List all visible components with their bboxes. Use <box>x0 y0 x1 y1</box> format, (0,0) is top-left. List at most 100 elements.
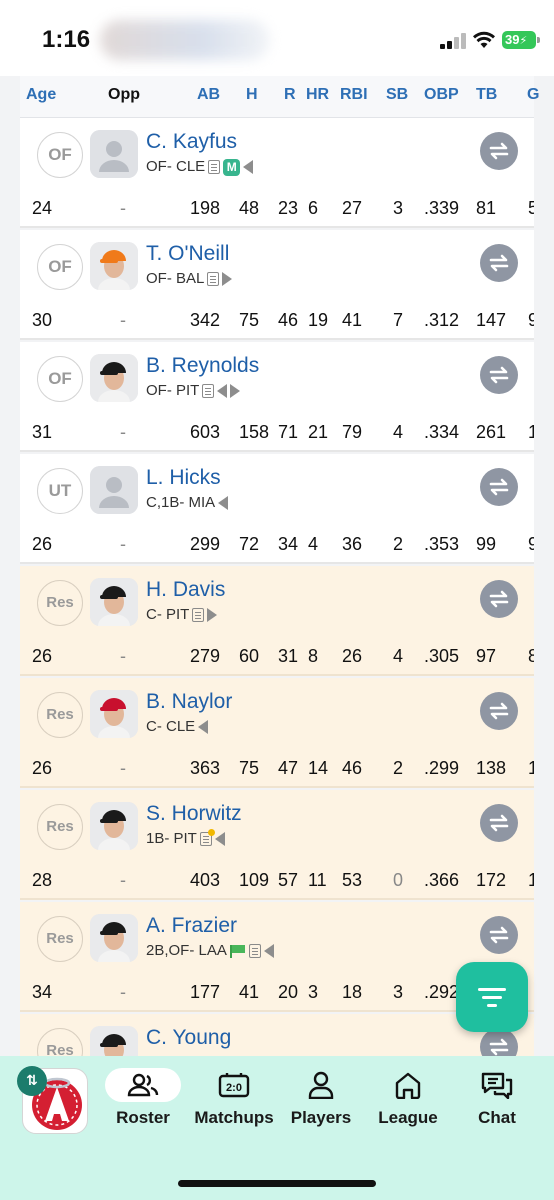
player-name-link[interactable]: H. Davis <box>146 578 225 602</box>
player-name-link[interactable]: S. Horwitz <box>146 802 242 826</box>
column-header[interactable]: TB <box>476 86 497 104</box>
player-note-icon[interactable] <box>207 272 220 287</box>
position-team-text: 2B,OF- LAA <box>146 942 227 959</box>
column-header[interactable]: RBI <box>340 86 368 104</box>
player-name-link[interactable]: B. Reynolds <box>146 354 259 378</box>
swap-player-button[interactable] <box>480 468 518 506</box>
column-header[interactable]: Age <box>26 86 56 104</box>
stat-value-obp: .334 <box>424 422 460 442</box>
position-team-text: OF- PIT <box>146 382 200 399</box>
stat-value-h: 60 <box>239 646 260 666</box>
stat-value-g: 10 <box>528 870 534 890</box>
player-headshot[interactable] <box>90 466 138 514</box>
player-position-team: OF- CLE M <box>146 158 254 176</box>
team-switch-icon[interactable]: ⇅ <box>17 1066 47 1096</box>
position-team-text: 1B- PIT <box>146 830 197 847</box>
swap-player-button[interactable] <box>480 244 518 282</box>
player-position-team: C,1B- MIA <box>146 494 229 511</box>
swap-player-button[interactable] <box>480 580 518 618</box>
player-note-icon[interactable] <box>199 829 215 847</box>
swap-player-button[interactable] <box>480 132 518 170</box>
column-header[interactable]: Opp <box>108 86 140 104</box>
stat-value-rbi: 46 <box>342 758 363 778</box>
player-headshot[interactable] <box>90 802 138 850</box>
player-stat-line: 26 - 279 60 31 8 26 4 .305 97 8 <box>20 646 534 668</box>
tab-players[interactable]: Players <box>286 1068 356 1128</box>
player-headshot[interactable] <box>90 578 138 626</box>
battery-level: 39 <box>505 32 520 47</box>
tab-matchups[interactable]: 2:0 Matchups <box>190 1068 278 1128</box>
stat-value-opp: - <box>120 870 126 890</box>
position-slot-button[interactable]: Res <box>37 1028 83 1056</box>
column-header[interactable]: OBP <box>424 86 459 104</box>
position-slot-button[interactable]: OF <box>37 356 83 402</box>
tab-roster[interactable]: Roster <box>104 1068 182 1128</box>
swap-player-button[interactable] <box>480 916 518 954</box>
position-slot-button[interactable]: Res <box>37 804 83 850</box>
position-slot-button[interactable]: Res <box>37 916 83 962</box>
player-name-link[interactable]: C. Young <box>146 1026 231 1050</box>
swap-player-button[interactable] <box>480 804 518 842</box>
player-headshot[interactable] <box>90 242 138 290</box>
swap-player-button[interactable] <box>480 1028 518 1056</box>
player-name-link[interactable]: B. Naylor <box>146 690 232 714</box>
roster-row[interactable]: OF C. Kayfus OF- CLE M 24 - 198 48 23 6 27 3 .339 81 5 <box>20 118 534 228</box>
column-header[interactable]: R <box>284 86 296 104</box>
stat-value-age: 31 <box>32 422 53 442</box>
stat-value-age: 26 <box>32 758 53 778</box>
player-name-link[interactable]: T. O'Neill <box>146 242 229 266</box>
stat-value-hr: 3 <box>308 982 319 1002</box>
roster-row[interactable]: UT L. Hicks C,1B- MIA 26-299 72 34 4 36 2.353 99 9 <box>20 454 534 564</box>
roster-row[interactable]: Res H. Davis C- PIT 26 - 279 60 31 8 26 4 .305 97 8 <box>20 566 534 676</box>
player-name-link[interactable]: A. Frazier <box>146 914 237 938</box>
player-headshot[interactable] <box>90 1026 138 1056</box>
player-headshot[interactable] <box>90 354 138 402</box>
column-header[interactable]: HR <box>306 86 329 104</box>
roster-list[interactable]: OF C. Kayfus OF- CLE M 24-198 48 23 6 27 3.339 81 5… <box>20 118 534 1056</box>
roster-row[interactable]: OF B. Reynolds OF- PIT 31 - 603 158 71 21 79 4 .334… <box>20 342 534 452</box>
trend-up-icon <box>222 272 233 287</box>
roster-row[interactable]: OF T. O'Neill OF- BAL 30 - 342 75 46 19 41 7 .312 14… <box>20 230 534 340</box>
stat-value-opp: - <box>120 982 126 1002</box>
column-header[interactable]: SB <box>386 86 408 104</box>
stat-value-r: 34 <box>278 534 299 554</box>
player-headshot[interactable] <box>90 690 138 738</box>
player-position-team: OF- PIT <box>146 382 241 399</box>
player-note-icon[interactable] <box>202 384 215 399</box>
player-headshot[interactable] <box>90 130 138 178</box>
position-slot-button[interactable]: Res <box>37 580 83 626</box>
stat-value-r: 23 <box>278 198 299 218</box>
position-team-text: OF- CLE <box>146 158 206 175</box>
position-slot-button[interactable]: OF <box>37 132 83 178</box>
player-name-link[interactable]: C. Kayfus <box>146 130 237 154</box>
stat-value-obp: .353 <box>424 534 460 554</box>
column-header[interactable]: AB <box>197 86 220 104</box>
swap-player-button[interactable] <box>480 356 518 394</box>
green-flag-icon <box>229 944 246 958</box>
trend-down-icon <box>217 384 228 399</box>
home-indicator[interactable] <box>178 1180 376 1187</box>
column-header[interactable]: H <box>246 86 258 104</box>
stat-value-rbi: 26 <box>342 646 363 666</box>
player-name-link[interactable]: L. Hicks <box>146 466 221 490</box>
player-note-icon[interactable] <box>248 944 261 959</box>
position-slot-button[interactable]: OF <box>37 244 83 290</box>
tab-chat[interactable]: Chat <box>466 1068 528 1128</box>
player-note-icon[interactable] <box>192 608 205 623</box>
tab-league[interactable]: League <box>372 1068 444 1128</box>
stat-value-r: 57 <box>278 870 299 890</box>
roster-row[interactable]: Res B. Naylor C- CLE 26 - 363 75 47 14 46 2 .299 138… <box>20 678 534 788</box>
roster-row[interactable]: Res S. Horwitz 1B- PIT 28 - 403 109 57 11 53 0 .366… <box>20 790 534 900</box>
swap-player-button[interactable] <box>480 692 518 730</box>
player-stat-line: 24 - 198 48 23 6 27 3 .339 81 5 <box>20 198 534 220</box>
position-slot-button[interactable]: Res <box>37 692 83 738</box>
column-header[interactable]: G <box>527 86 539 104</box>
position-slot-button[interactable]: UT <box>37 468 83 514</box>
filter-button[interactable] <box>456 962 528 1032</box>
stat-value-r: 46 <box>278 310 299 330</box>
tab-label: Chat <box>478 1108 516 1127</box>
stat-value-ab: 198 <box>190 198 221 218</box>
player-headshot[interactable] <box>90 914 138 962</box>
player-note-icon[interactable] <box>208 160 221 175</box>
stat-value-hr: 8 <box>308 646 319 666</box>
